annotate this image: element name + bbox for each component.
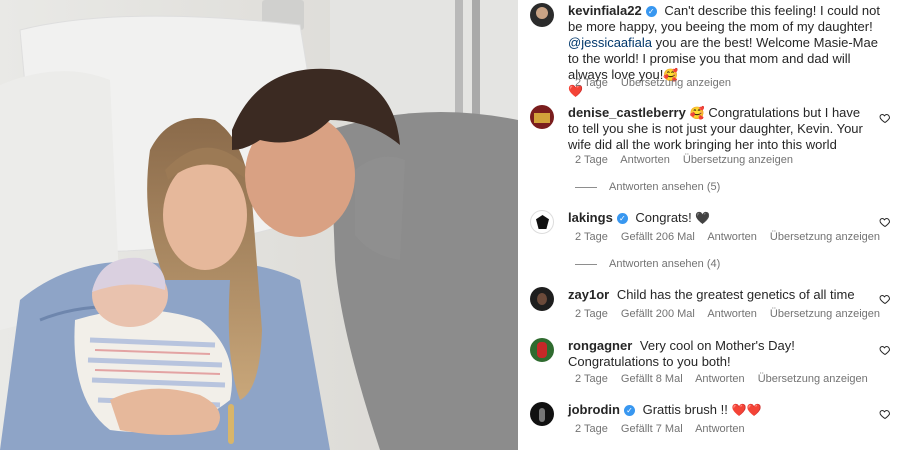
caption-translate-button[interactable]: Übersetzung anzeigen xyxy=(621,77,731,89)
comment-time: 2 Tage xyxy=(575,231,608,243)
likes-count[interactable]: Gefällt 8 Mal xyxy=(621,373,683,385)
view-replies-button[interactable]: Antworten ansehen (4) xyxy=(575,258,720,270)
heart-outline-icon[interactable] xyxy=(879,112,891,124)
comment-text: rongagner Very cool on Mother's Day! Con… xyxy=(568,338,892,370)
translate-button[interactable]: Übersetzung anzeigen xyxy=(683,154,793,166)
comment-meta: 2 Tage Gefällt 8 Mal Antworten Übersetzu… xyxy=(575,373,878,385)
reply-button[interactable]: Antworten xyxy=(695,373,745,385)
comment-username[interactable]: lakings xyxy=(568,210,613,225)
comment-username[interactable]: jobrodin xyxy=(568,402,620,417)
likes-count[interactable]: Gefällt 206 Mal xyxy=(621,231,695,243)
comment-username[interactable]: rongagner xyxy=(568,338,632,353)
heart-outline-icon[interactable] xyxy=(879,216,891,228)
comment-time: 2 Tage xyxy=(575,373,608,385)
reply-button[interactable]: Antworten xyxy=(707,308,757,320)
translate-button[interactable]: Übersetzung anzeigen xyxy=(770,231,880,243)
post-photo xyxy=(0,0,518,450)
reply-button[interactable]: Antworten xyxy=(695,423,745,435)
translate-button[interactable]: Übersetzung anzeigen xyxy=(758,373,868,385)
verified-badge-icon: ✓ xyxy=(645,6,657,17)
avatar[interactable] xyxy=(530,287,554,311)
emoji-red-hearts: ❤️❤️ xyxy=(731,403,762,417)
comment-body: Child has the greatest genetics of all t… xyxy=(613,287,855,302)
reply-button[interactable]: Antworten xyxy=(707,231,757,243)
translate-button[interactable]: Übersetzung anzeigen xyxy=(770,308,880,320)
hospital-photo-illustration xyxy=(0,0,518,450)
verified-badge-icon: ✓ xyxy=(616,213,628,224)
comment-body: Congrats! xyxy=(631,210,692,225)
comments-panel: kevinfiala22 ✓ Can't describe this feelin… xyxy=(518,0,900,450)
heart-outline-icon[interactable] xyxy=(879,293,891,305)
caption-time: 2 Tage xyxy=(575,77,608,89)
comment-row: rongagner Very cool on Mother's Day! Con… xyxy=(530,338,892,370)
post-view: kevinfiala22 ✓ Can't describe this feelin… xyxy=(0,0,900,450)
comment-time: 2 Tage xyxy=(575,154,608,166)
caption-mention[interactable]: @jessicaafiala xyxy=(568,35,652,50)
comment-meta: 2 Tage Antworten Übersetzung anzeigen xyxy=(575,154,803,166)
heart-outline-icon[interactable] xyxy=(879,408,891,420)
verified-badge-icon: ✓ xyxy=(624,405,635,416)
avatar[interactable] xyxy=(530,210,554,234)
avatar[interactable] xyxy=(530,338,554,362)
caption-username[interactable]: kevinfiala22 xyxy=(568,3,642,18)
reply-button[interactable]: Antworten xyxy=(620,154,670,166)
likes-count[interactable]: Gefällt 7 Mal xyxy=(621,423,683,435)
comment-meta: 2 Tage Gefällt 200 Mal Antworten Überset… xyxy=(575,308,890,320)
emoji-black-heart: 🖤 xyxy=(695,211,711,225)
replies-divider xyxy=(575,186,597,188)
emoji-smiling-hearts: 🥰 xyxy=(689,106,705,120)
comment-body: Grattis brush !! xyxy=(639,402,728,417)
comment-row: denise_castleberry 🥰 Congratulations but … xyxy=(530,105,892,153)
comment-meta: 2 Tage Gefällt 206 Mal Antworten Überset… xyxy=(575,231,890,243)
view-replies-label[interactable]: Antworten ansehen (5) xyxy=(609,181,720,193)
likes-count[interactable]: Gefällt 200 Mal xyxy=(621,308,695,320)
avatar[interactable] xyxy=(530,402,554,426)
avatar[interactable] xyxy=(530,3,554,27)
comment-meta: 2 Tage Gefällt 7 Mal Antworten xyxy=(575,423,755,435)
avatar[interactable] xyxy=(530,105,554,129)
view-replies-button[interactable]: Antworten ansehen (5) xyxy=(575,181,720,193)
replies-divider xyxy=(575,263,597,265)
comment-username[interactable]: denise_castleberry xyxy=(568,105,686,120)
heart-outline-icon[interactable] xyxy=(879,344,891,356)
comment-time: 2 Tage xyxy=(575,308,608,320)
view-replies-label[interactable]: Antworten ansehen (4) xyxy=(609,258,720,270)
comment-time: 2 Tage xyxy=(575,423,608,435)
comment-text: denise_castleberry 🥰 Congratulations but … xyxy=(568,105,892,153)
comment-username[interactable]: zay1or xyxy=(568,287,609,302)
caption-meta: 2 Tage Übersetzung anzeigen xyxy=(575,77,741,89)
